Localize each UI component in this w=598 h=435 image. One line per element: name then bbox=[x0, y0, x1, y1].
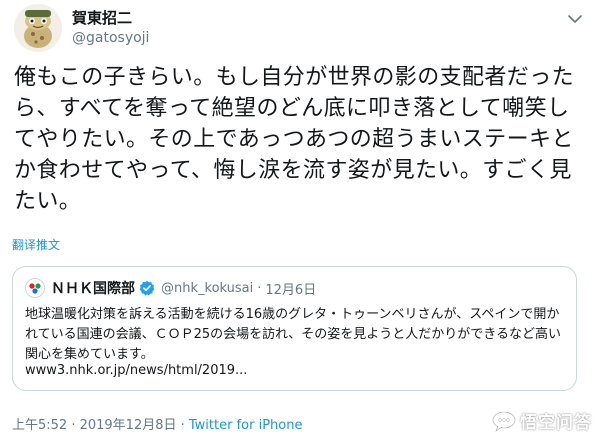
frog-avatar-icon bbox=[14, 4, 62, 52]
quoted-tweet-text: 地球温暖化対策を訴える活動を続ける16歳のグレタ・トゥーンベリさんが、スペインで… bbox=[25, 307, 562, 362]
quoted-date[interactable]: 12月6日 bbox=[265, 279, 316, 298]
tweet-source-link[interactable]: Twitter for iPhone bbox=[189, 418, 303, 433]
author-avatar[interactable] bbox=[14, 4, 62, 52]
watermark: 悟空问答 bbox=[491, 408, 592, 433]
nhk-logo-icon bbox=[25, 278, 45, 298]
quoted-display-name: ＮＨＫ国際部 bbox=[51, 281, 135, 297]
verified-badge-icon bbox=[139, 280, 155, 296]
tweet-timestamp[interactable]: 上午5:52 · 2019年12月8日 · bbox=[12, 418, 189, 433]
author-handle[interactable]: @gatosyoji bbox=[72, 28, 149, 48]
tweet-meta: 上午5:52 · 2019年12月8日 · Twitter for iPhone bbox=[12, 414, 302, 433]
translate-tweet-link[interactable]: 翻译推文 bbox=[12, 236, 60, 253]
author-info[interactable]: 賀東招二 @gatosyoji bbox=[72, 8, 149, 48]
quoted-tweet-link[interactable]: www3.nhk.or.jp/news/html/2019... bbox=[25, 363, 247, 378]
chevron-down-icon[interactable] bbox=[566, 10, 584, 28]
quoted-separator: · bbox=[257, 280, 262, 296]
author-display-name[interactable]: 賀東招二 bbox=[72, 8, 149, 28]
tweet-card: 賀東招二 @gatosyoji 俺もこの子きらい。もし自分が世界の影の支配者だっ… bbox=[0, 0, 598, 435]
watermark-text: 悟空问答 bbox=[520, 413, 592, 433]
speech-bubble-icon bbox=[492, 410, 516, 432]
tweet-text: 俺もこの子きらい。もし自分が世界の影の支配者だったら、すべてを奪って絶望のどん底… bbox=[14, 65, 575, 214]
quoted-handle: @nhk_kokusai bbox=[161, 280, 254, 296]
quoted-tweet-header: ＮＨＫ国際部 @nhk_kokusai · 12月6日 bbox=[25, 277, 316, 299]
quoted-tweet[interactable]: ＮＨＫ国際部 @nhk_kokusai · 12月6日 地球温暖化対策を訴える活… bbox=[12, 266, 577, 391]
